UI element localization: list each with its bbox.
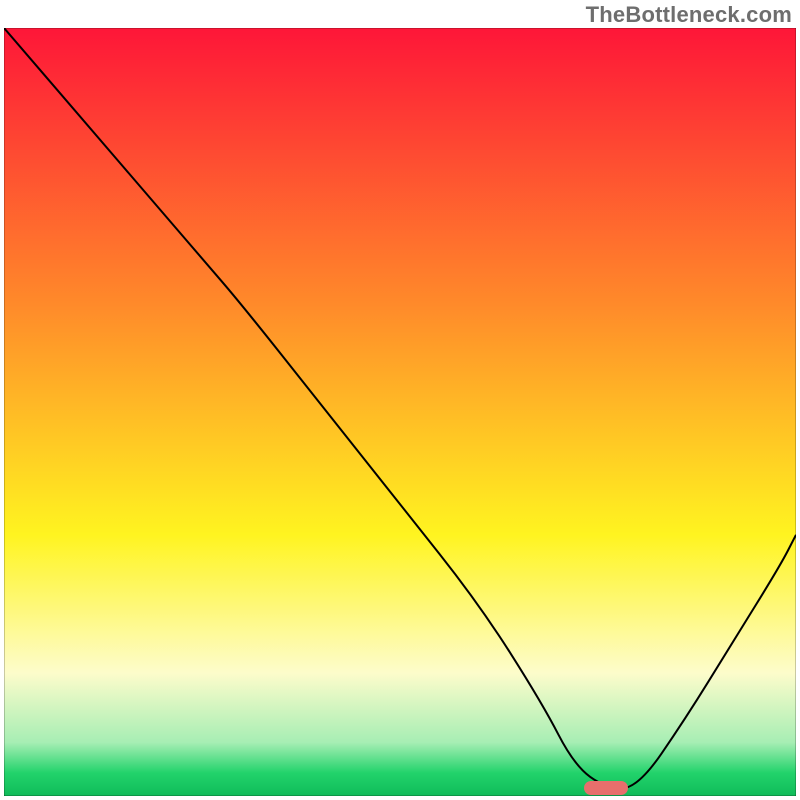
plot-area: [4, 28, 796, 796]
bottleneck-chart: TheBottleneck.com: [0, 0, 800, 800]
watermark-text: TheBottleneck.com: [586, 2, 792, 28]
plot-frame: [4, 28, 796, 796]
optimal-marker: [584, 781, 628, 795]
